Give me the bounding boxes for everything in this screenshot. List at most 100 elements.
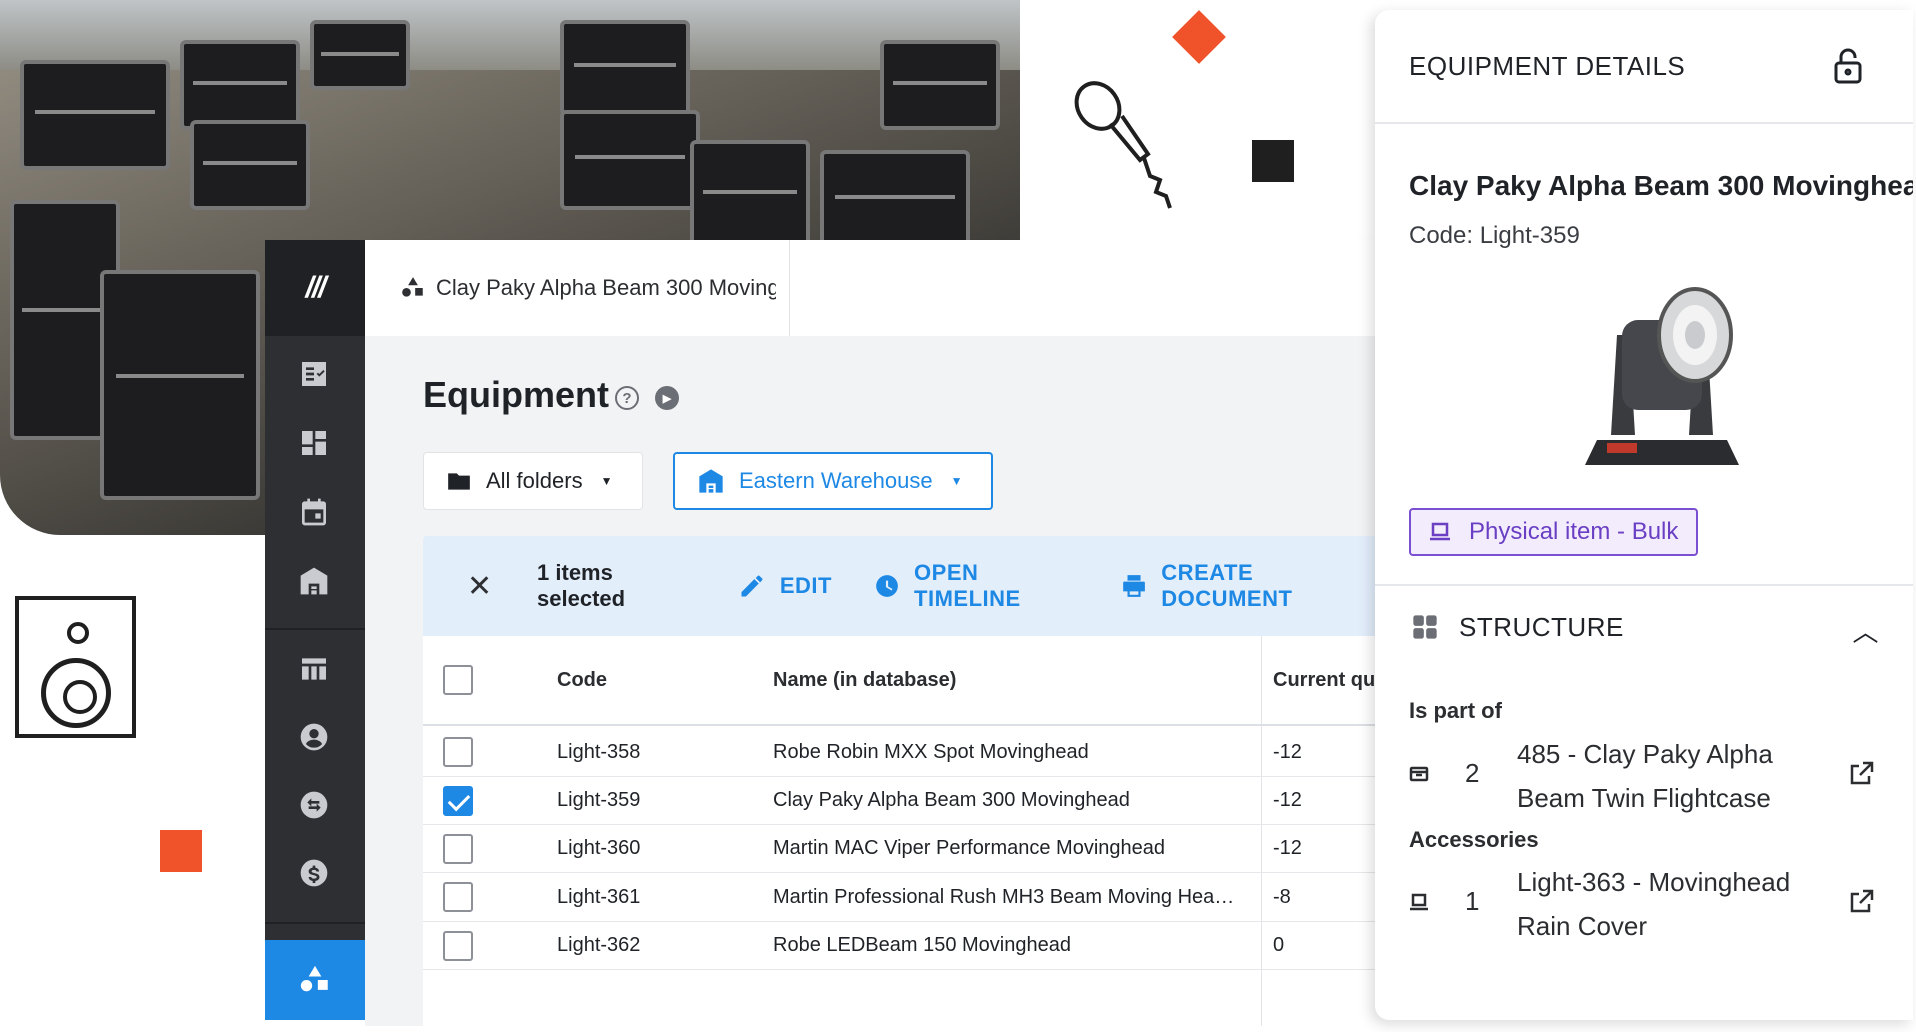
equipment-name: Clay Paky Alpha Beam 300 Movinghead: [1409, 170, 1913, 201]
item-type-label: Physical item - Bulk: [1469, 518, 1679, 545]
dashboard-icon[interactable]: [295, 424, 333, 462]
cell-name: Clay Paky Alpha Beam 300 Movinghead: [773, 789, 1130, 811]
selection-count: 1 items selected: [537, 560, 626, 611]
equipment-icon[interactable]: [265, 940, 365, 1020]
lock-icon[interactable]: [1833, 48, 1863, 91]
open-timeline-label: OPEN TIMELINE: [914, 560, 1021, 611]
cell-name: Martin Professional Rush MH3 Beam Moving…: [773, 885, 1235, 908]
contacts-icon[interactable]: [295, 718, 333, 756]
tab-label: Clay Paky Alpha Beam 300 Movinghead: [436, 275, 776, 300]
transfer-icon[interactable]: [295, 786, 333, 824]
folder-filter-label: All folders: [486, 468, 583, 493]
warehouse-filter-button[interactable]: Eastern Warehouse ▼: [673, 452, 993, 510]
equipment-icon: [402, 277, 423, 297]
table-row[interactable]: Light-362 Robe LEDBeam 150 Movinghead 0: [423, 922, 1375, 970]
cell-code: Light-358: [557, 740, 641, 763]
cell-qty: -12: [1273, 740, 1302, 763]
parent-item-row: 2 485 - Clay Paky Alpha Beam Twin Flight…: [1409, 732, 1889, 822]
row-checkbox[interactable]: [443, 737, 473, 767]
selection-toolbar: ✕ 1 items selected EDIT OPEN TIMELINE CR…: [423, 536, 1375, 636]
folder-filter-button[interactable]: All folders ▼: [423, 452, 643, 510]
cell-name: Martin MAC Viper Performance Movinghead: [773, 837, 1166, 859]
structure-label: STRUCTURE: [1459, 611, 1624, 642]
column-header-qty[interactable]: Current qu: [1273, 669, 1375, 692]
microphone-icon: [1070, 80, 1180, 210]
open-external-icon[interactable]: [1849, 760, 1875, 791]
logo[interactable]: ///: [265, 240, 365, 336]
row-checkbox[interactable]: [443, 833, 473, 864]
play-icon[interactable]: ▶: [655, 386, 679, 410]
speaker-icon: [15, 596, 136, 738]
orange-square-shape: [160, 830, 202, 872]
grid-icon: [1413, 615, 1437, 639]
edit-label: EDIT: [779, 573, 832, 598]
table-header: Code Name (in database) Current qu: [423, 636, 1375, 726]
caret-down-icon: ▼: [600, 474, 613, 488]
laptop-icon: [1430, 522, 1450, 541]
square-shape: [1252, 140, 1294, 182]
parent-qty: 2: [1465, 758, 1480, 788]
clock-icon: [876, 575, 898, 597]
parent-name: 485 - Clay Paky Alpha Beam Twin Flightca…: [1517, 739, 1773, 813]
tab-equipment-item[interactable]: Clay Paky Alpha Beam 300 Movinghead: [365, 240, 790, 336]
page-title: Equipment: [423, 374, 609, 415]
table-row[interactable]: Light-360 Martin MAC Viper Performance M…: [423, 825, 1375, 873]
table-icon[interactable]: [295, 650, 333, 688]
top-bar: Clay Paky Alpha Beam 300 Movinghead: [365, 240, 1375, 336]
cell-qty: -12: [1273, 789, 1302, 811]
panel-header: EQUIPMENT DETAILS: [1375, 10, 1913, 124]
warehouse-filter-label: Eastern Warehouse: [739, 468, 933, 493]
warehouse-icon[interactable]: [295, 562, 333, 600]
panel-title: EQUIPMENT DETAILS: [1409, 50, 1686, 81]
close-icon[interactable]: ✕: [467, 569, 495, 604]
accessory-qty: 1: [1465, 886, 1480, 916]
open-external-icon[interactable]: [1849, 888, 1875, 919]
laptop-icon: [1409, 892, 1429, 912]
printer-icon: [1123, 575, 1146, 597]
row-checkbox[interactable]: [443, 785, 473, 816]
main-content: Equipment ? ▶ All folders ▼ Eastern Ware…: [365, 336, 1375, 1026]
warehouse-icon: [699, 469, 723, 493]
cell-name: Robe Robin MXX Spot Movinghead: [773, 740, 1089, 763]
select-all-checkbox[interactable]: [443, 665, 473, 695]
column-header-name[interactable]: Name (in database): [773, 669, 1243, 692]
column-header-code[interactable]: Code: [557, 669, 607, 692]
movinghead-image: [1577, 275, 1747, 475]
tasks-icon[interactable]: [295, 355, 333, 393]
accessory-name: Light-363 - Movinghead Rain Cover: [1517, 867, 1791, 941]
table-row[interactable]: Light-358 Robe Robin MXX Spot Movinghead…: [423, 728, 1375, 777]
cell-code: Light-361: [557, 885, 641, 908]
equipment-table: Code Name (in database) Current qu Light…: [423, 636, 1375, 1026]
help-icon[interactable]: ?: [615, 386, 639, 410]
accessories-heading: Accessories: [1409, 827, 1539, 852]
row-checkbox[interactable]: [443, 930, 473, 961]
create-document-button[interactable]: CREATE DOCUMENT: [1121, 560, 1375, 612]
cell-qty: -12: [1273, 837, 1302, 859]
table-row[interactable]: Light-361 Martin Professional Rush MH3 B…: [423, 873, 1375, 922]
accessory-item-row: 1 Light-363 - Movinghead Rain Cover: [1409, 860, 1889, 950]
cell-code: Light-360: [557, 837, 641, 859]
row-checkbox[interactable]: [443, 882, 473, 912]
cell-code: Light-362: [557, 934, 641, 956]
sidebar: ///: [265, 240, 365, 1020]
caret-down-icon: ▼: [950, 474, 963, 488]
chevron-up-icon[interactable]: ︿: [1852, 612, 1879, 649]
open-timeline-button[interactable]: OPEN TIMELINE: [874, 560, 1079, 612]
structure-section-header[interactable]: STRUCTURE ︿: [1375, 584, 1913, 668]
cell-name: Robe LEDBeam 150 Movinghead: [773, 934, 1071, 956]
finance-icon[interactable]: [295, 854, 333, 892]
create-document-label: CREATE DOCUMENT: [1161, 560, 1293, 611]
equipment-code: Code: Light-359: [1409, 222, 1580, 249]
equipment-details-panel: EQUIPMENT DETAILS Clay Paky Alpha Beam 3…: [1375, 10, 1913, 1020]
case-icon: [1409, 764, 1429, 784]
cell-qty: -8: [1273, 885, 1291, 908]
table-row[interactable]: Light-359 Clay Paky Alpha Beam 300 Movin…: [423, 777, 1375, 825]
cell-code: Light-359: [557, 789, 641, 811]
pencil-icon: [741, 575, 763, 597]
diamond-shape: [1172, 10, 1226, 64]
calendar-icon[interactable]: [295, 493, 333, 531]
folder-icon: [448, 473, 470, 490]
edit-button[interactable]: EDIT: [738, 572, 832, 600]
item-type-badge: Physical item - Bulk: [1409, 508, 1699, 556]
is-part-of-heading: Is part of: [1409, 698, 1502, 723]
